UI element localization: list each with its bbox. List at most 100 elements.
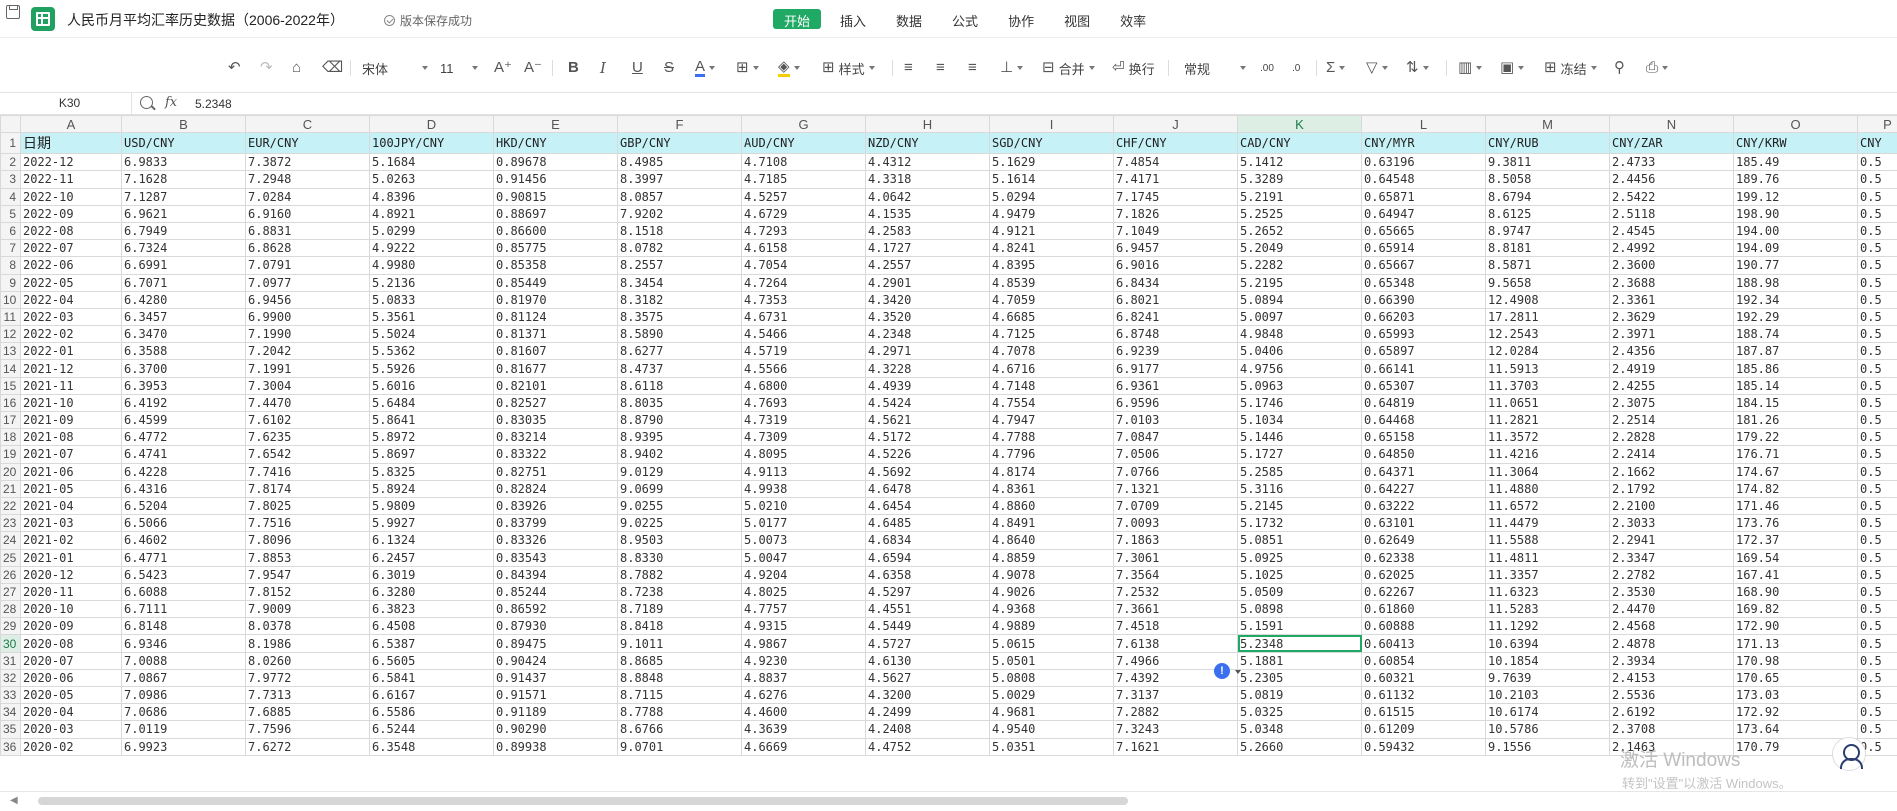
table-cell[interactable]: 0.62267 <box>1361 582 1486 602</box>
table-cell[interactable]: 11.4811 <box>1485 548 1610 567</box>
table-cell[interactable]: 6.5066 <box>121 514 246 533</box>
table-cell[interactable]: 4.9315 <box>741 617 866 636</box>
table-cell[interactable]: 192.29 <box>1733 307 1858 327</box>
table-cell[interactable]: 6.9457 <box>1113 239 1238 258</box>
row-header[interactable]: 22 <box>0 496 21 516</box>
table-cell[interactable]: 7.1991 <box>245 359 370 378</box>
table-cell[interactable]: 4.9938 <box>741 479 866 498</box>
table-cell[interactable]: 0.83035 <box>493 410 618 430</box>
table-cell[interactable]: 2022-04 <box>20 290 122 309</box>
table-cell[interactable]: 5.1034 <box>1237 410 1362 430</box>
row-header[interactable]: 9 <box>0 273 21 292</box>
table-cell[interactable]: 6.5387 <box>369 634 494 653</box>
table-cell[interactable]: 0.82101 <box>493 376 618 395</box>
table-cell[interactable]: 0.5 <box>1857 600 1897 619</box>
image-button[interactable]: ▣ <box>1500 59 1525 77</box>
table-cell[interactable]: 4.6485 <box>865 514 990 533</box>
table-cell[interactable]: 2.4733 <box>1609 153 1734 172</box>
table-cell[interactable]: 2022-02 <box>20 325 122 344</box>
table-cell[interactable]: 4.8859 <box>989 548 1114 567</box>
table-cell[interactable]: 4.9368 <box>989 600 1114 619</box>
row-header[interactable]: 8 <box>0 256 21 275</box>
table-cell[interactable]: 12.0284 <box>1485 342 1610 361</box>
table-cell[interactable]: 11.3064 <box>1485 462 1610 481</box>
table-cell[interactable]: 6.9456 <box>245 290 370 309</box>
table-cell[interactable]: 0.61132 <box>1361 685 1486 705</box>
table-cell[interactable]: 0.5 <box>1857 325 1897 344</box>
header-cell[interactable]: AUD/CNY <box>741 132 866 155</box>
table-cell[interactable]: 7.0088 <box>121 651 246 670</box>
table-cell[interactable]: 5.2049 <box>1237 239 1362 258</box>
table-cell[interactable]: 5.0808 <box>989 668 1114 688</box>
table-cell[interactable]: 0.85358 <box>493 256 618 275</box>
table-cell[interactable]: 0.5 <box>1857 393 1897 413</box>
italic-button[interactable]: I <box>600 59 606 77</box>
table-cell[interactable]: 8.0260 <box>245 651 370 670</box>
increase-font-button[interactable]: A⁺ <box>494 59 512 77</box>
table-cell[interactable]: 5.2136 <box>369 273 494 292</box>
table-cell[interactable]: 7.1621 <box>1113 737 1238 756</box>
menu-start[interactable]: 开始 <box>773 9 822 29</box>
filter-button[interactable]: ▽ <box>1366 59 1388 77</box>
table-cell[interactable]: 10.2103 <box>1485 685 1610 705</box>
table-cell[interactable]: 4.8361 <box>989 479 1114 498</box>
table-cell[interactable]: 4.5566 <box>741 359 866 378</box>
table-cell[interactable]: 4.7757 <box>741 600 866 619</box>
table-cell[interactable]: 7.8853 <box>245 548 370 567</box>
table-cell[interactable]: 2.4992 <box>1609 239 1734 258</box>
table-cell[interactable]: 5.1881 <box>1237 651 1362 670</box>
table-cell[interactable]: 5.9927 <box>369 514 494 533</box>
table-cell[interactable]: 2021-02 <box>20 531 122 550</box>
table-cell[interactable]: 8.0378 <box>245 617 370 636</box>
table-cell[interactable]: 5.0501 <box>989 651 1114 670</box>
menu-data[interactable]: 数据 <box>885 9 933 29</box>
table-cell[interactable]: 0.5 <box>1857 514 1897 533</box>
table-cell[interactable]: 8.8035 <box>617 393 742 413</box>
table-cell[interactable]: 0.82527 <box>493 393 618 413</box>
header-cell[interactable]: USD/CNY <box>121 132 246 155</box>
row-header[interactable]: 6 <box>0 221 21 241</box>
table-cell[interactable]: 4.2901 <box>865 273 990 292</box>
table-cell[interactable]: 6.3019 <box>369 565 494 584</box>
table-cell[interactable]: 7.0093 <box>1113 514 1238 533</box>
table-cell[interactable]: 5.0294 <box>989 187 1114 206</box>
table-cell[interactable]: 194.00 <box>1733 221 1858 241</box>
table-cell[interactable]: 0.61515 <box>1361 703 1486 722</box>
column-header-p[interactable]: P <box>1857 115 1897 134</box>
row-header[interactable]: 35 <box>0 720 21 739</box>
table-cell[interactable]: 2.3033 <box>1609 514 1734 533</box>
table-cell[interactable]: 6.6991 <box>121 256 246 275</box>
row-header[interactable]: 13 <box>0 342 21 361</box>
table-cell[interactable]: 2.3347 <box>1609 548 1734 567</box>
table-cell[interactable]: 4.7788 <box>989 428 1114 447</box>
table-cell[interactable]: 0.86592 <box>493 600 618 619</box>
print-button[interactable]: ⎙ <box>1646 59 1669 77</box>
table-cell[interactable]: 7.1863 <box>1113 531 1238 550</box>
table-cell[interactable]: 4.7108 <box>741 153 866 172</box>
table-cell[interactable]: 2020-05 <box>20 685 122 705</box>
table-cell[interactable]: 184.15 <box>1733 393 1858 413</box>
table-cell[interactable]: 8.3997 <box>617 170 742 189</box>
table-cell[interactable]: 4.8539 <box>989 273 1114 292</box>
row-header[interactable]: 16 <box>0 393 21 413</box>
table-cell[interactable]: 2022-05 <box>20 273 122 292</box>
row-header[interactable]: 7 <box>0 239 21 258</box>
column-header-j[interactable]: J <box>1113 115 1238 134</box>
table-cell[interactable]: 5.6484 <box>369 393 494 413</box>
table-cell[interactable]: 5.8641 <box>369 410 494 430</box>
table-cell[interactable]: 2022-08 <box>20 221 122 241</box>
table-cell[interactable]: 0.5 <box>1857 256 1897 275</box>
table-cell[interactable]: 169.54 <box>1733 548 1858 567</box>
table-cell[interactable]: 0.83543 <box>493 548 618 567</box>
table-cell[interactable]: 0.66390 <box>1361 290 1486 309</box>
table-cell[interactable]: 185.86 <box>1733 359 1858 378</box>
row-header[interactable]: 34 <box>0 703 21 722</box>
table-cell[interactable]: 11.6323 <box>1485 582 1610 602</box>
table-cell[interactable]: 8.2557 <box>617 256 742 275</box>
table-cell[interactable]: 4.9113 <box>741 462 866 481</box>
format-painter-button[interactable]: ⌂ <box>292 59 301 77</box>
row-header[interactable]: 31 <box>0 651 21 670</box>
table-cell[interactable]: 8.3454 <box>617 273 742 292</box>
table-cell[interactable]: 10.5786 <box>1485 720 1610 739</box>
table-cell[interactable]: 4.6478 <box>865 479 990 498</box>
